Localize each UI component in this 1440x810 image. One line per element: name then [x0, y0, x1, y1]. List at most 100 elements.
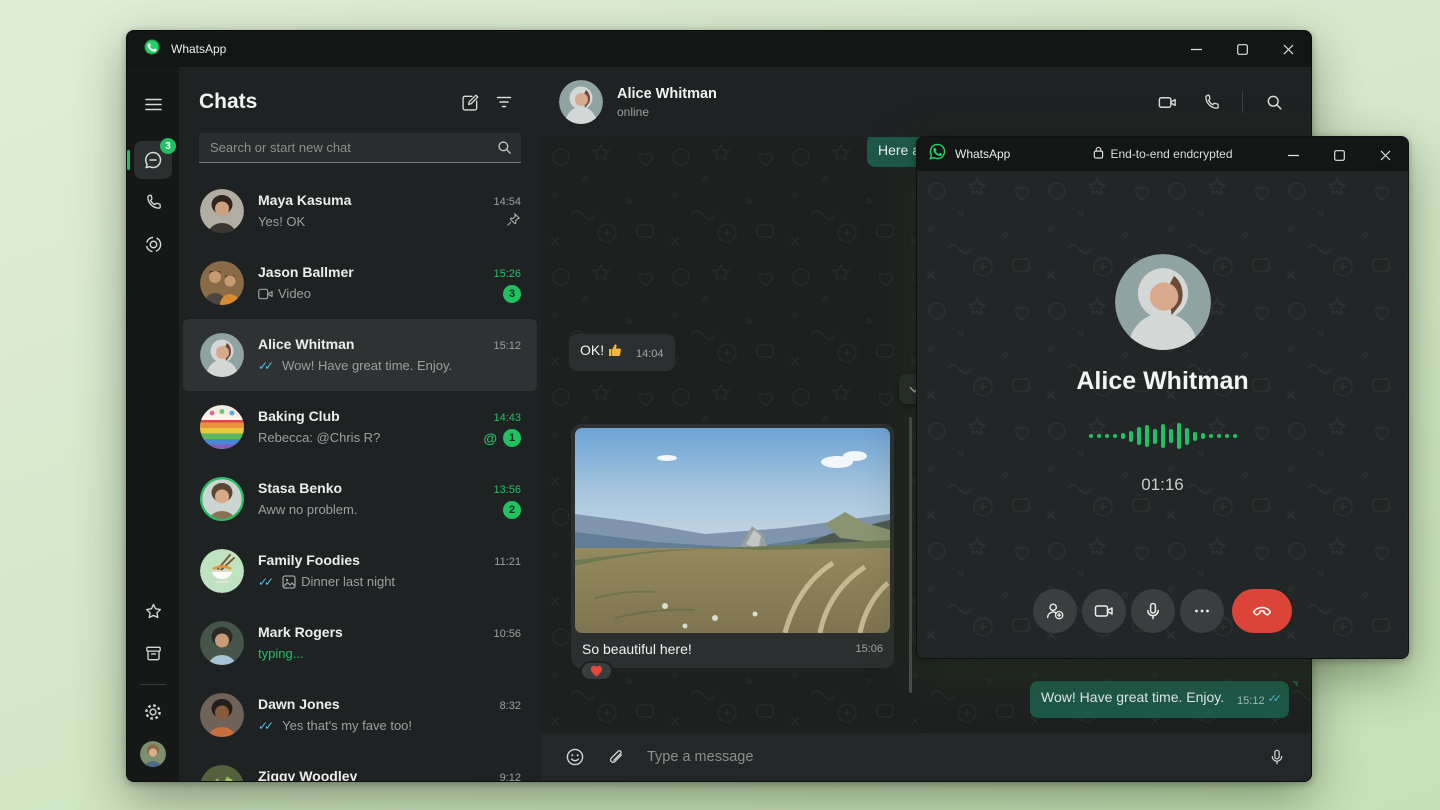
minimize-button[interactable] — [1173, 31, 1219, 67]
menu-icon[interactable] — [134, 85, 172, 123]
unread-badge: 2 — [503, 501, 521, 519]
read-receipt-ticks: ✓✓ — [258, 359, 270, 373]
chat-time: 8:32 — [500, 700, 521, 712]
settings-icon[interactable] — [134, 693, 172, 731]
chat-list-item[interactable]: Jason Ballmer15:26Video3 — [183, 247, 537, 319]
shared-photo[interactable] — [575, 428, 890, 633]
chat-list-panel: Chats Maya Kasuma14:54Yes! OK Jason Ball… — [179, 67, 541, 781]
chat-list-item[interactable]: Stasa Benko13:56Aww no problem.2 — [183, 463, 537, 535]
emoji-picker-icon[interactable] — [557, 739, 593, 775]
search-input[interactable] — [199, 133, 521, 163]
video-toggle-button[interactable] — [1082, 589, 1126, 633]
chat-avatar — [200, 693, 244, 737]
filter-chats-icon[interactable] — [487, 87, 521, 117]
chat-name: Dawn Jones — [258, 696, 492, 712]
new-chat-icon[interactable] — [453, 87, 487, 117]
end-call-button[interactable] — [1232, 589, 1292, 633]
chats-heading: Chats — [199, 90, 453, 114]
call-app-title: WhatsApp — [955, 147, 1010, 161]
whatsapp-logo-icon — [929, 143, 946, 165]
waveform-bar — [1129, 431, 1133, 442]
call-contact-name: Alice Whitman — [917, 367, 1408, 396]
chat-name: Ziggy Woodley — [258, 768, 492, 782]
chat-avatar — [200, 405, 244, 449]
chat-time: 14:43 — [493, 412, 521, 424]
read-receipt-ticks: ✓✓ — [1268, 693, 1278, 705]
messages-scrollbar[interactable] — [909, 417, 912, 693]
voice-call-icon[interactable] — [1192, 85, 1230, 119]
chat-list-item[interactable]: Alice Whitman15:12✓✓Wow! Have great time… — [183, 319, 537, 391]
header-divider — [1242, 91, 1243, 113]
tab-status[interactable] — [134, 225, 172, 263]
chat-avatar — [200, 189, 244, 233]
chat-time: 13:56 — [493, 484, 521, 496]
bubble-tail — [1292, 681, 1298, 693]
archived-chats-icon[interactable] — [134, 634, 172, 672]
message-received-ok: OK! 14:04 — [569, 334, 675, 371]
call-close-button[interactable] — [1362, 137, 1408, 173]
read-receipt-ticks: ✓✓ — [258, 575, 270, 589]
message-input[interactable] — [637, 749, 1255, 765]
chat-preview: Aww no problem. — [258, 502, 495, 517]
waveform-bar — [1153, 429, 1157, 444]
maximize-button[interactable] — [1219, 31, 1265, 67]
add-person-button[interactable] — [1033, 589, 1077, 633]
waveform-bar — [1193, 432, 1197, 441]
call-duration: 01:16 — [917, 475, 1408, 495]
waveform-bar — [1201, 433, 1205, 439]
chat-name: Jason Ballmer — [258, 264, 485, 280]
waveform-bar — [1137, 427, 1141, 445]
mention-icon: @ — [483, 430, 497, 446]
waveform-bar — [1145, 425, 1149, 447]
chat-time: 14:54 — [493, 196, 521, 208]
profile-avatar[interactable] — [134, 735, 172, 773]
thumbs-up-emoji — [607, 342, 623, 363]
heart-reaction[interactable] — [580, 661, 613, 681]
chat-list-item[interactable]: Dawn Jones 8:32 ✓✓Yes that's my fave too! — [183, 679, 537, 751]
chats-unread-badge: 3 — [160, 138, 176, 154]
chat-time: 15:26 — [493, 268, 521, 280]
conversation-header[interactable]: Alice Whitman online — [541, 67, 1311, 137]
chat-list-item[interactable]: Ziggy Woodley9:12 — [183, 751, 537, 781]
chat-preview: Yes! OK — [258, 214, 498, 229]
chat-preview: Video — [258, 286, 495, 301]
call-titlebar: WhatsApp End-to-end endcrypted — [917, 137, 1408, 171]
tab-calls[interactable] — [134, 183, 172, 221]
voice-record-icon[interactable] — [1259, 739, 1295, 775]
video-call-icon[interactable] — [1148, 85, 1186, 119]
attach-file-icon[interactable] — [597, 739, 633, 775]
chat-list-item[interactable]: Maya Kasuma14:54Yes! OK — [183, 175, 537, 247]
chat-preview: ✓✓Dinner last night — [258, 574, 513, 589]
search-in-chat-icon[interactable] — [1255, 85, 1293, 119]
chat-avatar — [200, 333, 244, 377]
chat-list-item[interactable]: Mark Rogers10:56typing... — [183, 607, 537, 679]
chat-list-item[interactable]: Family Foodies11:21✓✓Dinner last night — [183, 535, 537, 607]
chat-preview: ✓✓Wow! Have great time. Enjoy. — [258, 358, 513, 373]
waveform-bar — [1089, 434, 1093, 438]
chat-list-item[interactable]: Baking Club14:43Rebecca: @Chris R?@1 — [183, 391, 537, 463]
message-sent-wow: Wow! Have great time. Enjoy. 15:12✓✓ — [1030, 681, 1289, 718]
chat-avatar — [200, 549, 244, 593]
waveform-bar — [1177, 423, 1181, 449]
close-button[interactable] — [1265, 31, 1311, 67]
call-contact-avatar — [1115, 254, 1211, 350]
call-minimize-button[interactable] — [1270, 137, 1316, 173]
chat-preview: ✓✓Yes that's my fave too! — [258, 718, 513, 733]
chat-rows: Maya Kasuma14:54Yes! OK Jason Ballmer15:… — [179, 175, 541, 781]
search-icon — [497, 140, 512, 160]
image-icon — [282, 575, 296, 589]
read-receipt-ticks: ✓✓ — [258, 719, 270, 733]
whatsapp-logo-icon — [143, 38, 161, 61]
starred-messages-icon[interactable] — [134, 592, 172, 630]
waveform-bar — [1209, 434, 1213, 438]
chat-name: Alice Whitman — [258, 336, 485, 352]
waveform-bar — [1113, 434, 1117, 438]
mute-microphone-button[interactable] — [1131, 589, 1175, 633]
online-status: online — [617, 105, 1148, 119]
more-options-button[interactable] — [1180, 589, 1224, 633]
lock-icon — [1092, 146, 1103, 162]
call-maximize-button[interactable] — [1316, 137, 1362, 173]
waveform-bar — [1097, 434, 1101, 438]
tab-chats[interactable]: 3 — [134, 141, 172, 179]
chat-time: 11:21 — [494, 556, 521, 568]
